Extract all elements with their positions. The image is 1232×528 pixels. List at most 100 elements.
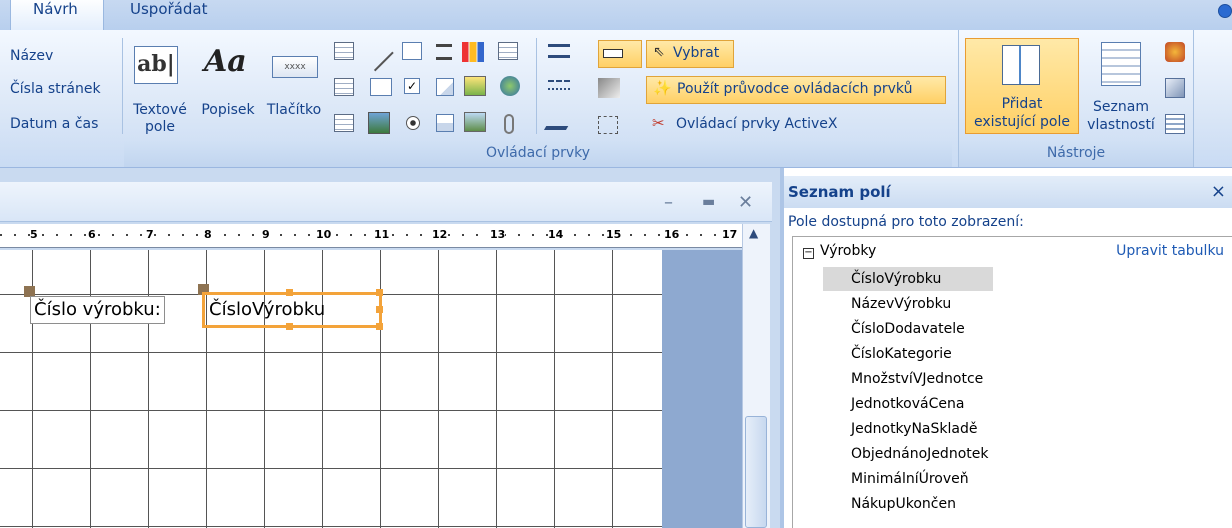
hyperlink-icon[interactable]: [500, 76, 520, 96]
help-icon[interactable]: [1218, 4, 1232, 18]
line-color-icon[interactable]: [543, 116, 575, 130]
field-item[interactable]: NákupUkončen: [823, 492, 993, 516]
combo-box-icon[interactable]: [334, 42, 354, 60]
table-name: Výrobky: [820, 243, 877, 259]
field-item[interactable]: JednotkyNaSkladě: [823, 417, 993, 441]
tab-control-icon[interactable]: [402, 42, 422, 60]
maximize-icon[interactable]: ▬: [702, 194, 715, 210]
ruler-number: 8: [204, 228, 212, 241]
control-style-button[interactable]: [598, 40, 642, 68]
vertical-scrollbar[interactable]: ▲: [742, 224, 770, 528]
ribbon: Název Čísla stránek Datum a čas ab| Text…: [0, 30, 1232, 168]
wizard-label: Použít průvodce ovládacích prvků: [677, 81, 913, 97]
close-icon[interactable]: ✕: [738, 192, 753, 213]
tab-arrange[interactable]: Uspořádat: [108, 0, 229, 30]
add-fields-label-line1: Přidat: [1001, 96, 1043, 112]
ruler-ticks: [0, 234, 742, 236]
separator: [536, 38, 537, 134]
ruler-number: 12: [432, 228, 448, 241]
select-button[interactable]: ⇖ Vybrat: [646, 40, 734, 68]
bound-frame-icon[interactable]: [464, 76, 486, 96]
date-time-button[interactable]: Datum a čas: [10, 116, 98, 132]
field-item[interactable]: ObjednánoJednotek: [823, 442, 993, 466]
chart-icon[interactable]: [462, 42, 484, 62]
subform-icon[interactable]: [436, 114, 454, 132]
title-button[interactable]: Název: [10, 48, 53, 64]
rectangle-icon[interactable]: [370, 78, 392, 96]
field-item[interactable]: MnožstvíVJednotce: [823, 367, 993, 391]
textbox-button[interactable]: Textové pole: [130, 102, 190, 136]
set-control-defaults-icon[interactable]: [598, 78, 620, 98]
control-style-icon: [603, 49, 623, 58]
minimize-icon[interactable]: –: [664, 192, 673, 213]
button-control-button[interactable]: Tlačítko: [262, 102, 326, 119]
resize-handle[interactable]: [376, 323, 383, 330]
tools-group-label: Nástroje: [959, 141, 1193, 167]
horizontal-ruler: 5 6 7 8 9 10 11 12 13 14 15 16 17: [0, 224, 742, 248]
tab-order-icon[interactable]: [1165, 42, 1185, 62]
image-icon[interactable]: [368, 112, 390, 134]
separator: [122, 38, 123, 134]
list-icon[interactable]: [334, 78, 354, 96]
field-item[interactable]: NázevVýrobku: [823, 292, 993, 316]
controls-group-label: Ovládací prvky: [124, 141, 952, 167]
ribbon-tab-bar: Návrh Uspořádat: [0, 0, 1232, 30]
tab-design[interactable]: Návrh: [10, 0, 104, 30]
field-list-subtitle: Pole dostupná pro toto zobrazení:: [788, 214, 1024, 230]
option-button-icon[interactable]: [406, 116, 420, 130]
ruler-number: 14: [548, 228, 564, 241]
field-tree: − Výrobky Upravit tabulku ČísloVýrobku Ná…: [792, 236, 1232, 528]
field-item[interactable]: JednotkováCena: [823, 392, 993, 416]
unbound-frame-icon[interactable]: [436, 78, 454, 96]
ruler-number: 6: [88, 228, 96, 241]
option-group-icon[interactable]: [334, 114, 354, 132]
textbox-label-line1: Textové: [133, 102, 187, 118]
label-button[interactable]: Popisek: [196, 102, 260, 119]
property-sheet-icon: [1101, 42, 1141, 86]
table-node[interactable]: − Výrobky: [803, 243, 876, 259]
code-icon[interactable]: [1165, 78, 1185, 98]
attachment-icon[interactable]: [504, 114, 514, 134]
collapse-icon[interactable]: −: [803, 248, 814, 259]
form-window-header: – ▬ ✕: [0, 182, 772, 222]
page-numbers-button[interactable]: Čísla stránek: [10, 81, 101, 97]
select-all-icon[interactable]: [598, 116, 618, 134]
ruler-number: 10: [316, 228, 332, 241]
field-item[interactable]: ČísloVýrobku: [823, 267, 993, 291]
edit-table-link[interactable]: Upravit tabulku: [1116, 243, 1224, 259]
label-control[interactable]: Číslo výrobku:: [30, 296, 165, 324]
scroll-up-icon[interactable]: ▲: [749, 226, 758, 240]
list-box-icon[interactable]: [498, 42, 518, 60]
close-icon[interactable]: ×: [1211, 176, 1226, 208]
line-icon[interactable]: [359, 37, 394, 72]
form-background: [662, 250, 742, 528]
field-item[interactable]: ČísloKategorie: [823, 342, 993, 366]
view-code-icon[interactable]: [1165, 114, 1185, 134]
property-sheet-button[interactable]: Seznam vlastností: [1083, 38, 1159, 134]
line-thickness-icon[interactable]: [548, 44, 570, 58]
resize-handle[interactable]: [286, 323, 293, 330]
ruler-number: 17: [722, 228, 738, 241]
property-sheet-label-line2: vlastností: [1087, 117, 1155, 133]
resize-handle[interactable]: [286, 289, 293, 296]
field-list-pane: Seznam polí × Pole dostupná pro toto zob…: [780, 168, 1232, 528]
picture-icon[interactable]: [464, 112, 486, 132]
activex-label: Ovládací prvky ActiveX: [676, 116, 838, 132]
ruler-number: 13: [490, 228, 506, 241]
textbox-control-text: ČísloVýrobku: [209, 299, 326, 320]
page-break-icon[interactable]: [436, 44, 452, 60]
form-design-area: – ▬ ✕ 5 6 7 8 9 10 11 12 13 14 15 16 17 …: [0, 168, 780, 528]
cursor-icon: ⇖: [653, 44, 665, 60]
ruler-number: 5: [30, 228, 38, 241]
ruler-number: 9: [262, 228, 270, 241]
add-existing-fields-button[interactable]: Přidat existující pole: [965, 38, 1079, 134]
checkbox-icon[interactable]: ✓: [404, 78, 420, 94]
resize-handle[interactable]: [376, 306, 383, 313]
resize-handle[interactable]: [376, 289, 383, 296]
field-item[interactable]: MinimálníÚroveň: [823, 467, 993, 491]
scroll-thumb[interactable]: [745, 416, 767, 528]
activex-button[interactable]: ✂ Ovládací prvky ActiveX: [650, 112, 946, 140]
use-control-wizards-button[interactable]: ✨ Použít průvodce ovládacích prvků: [646, 76, 946, 104]
field-item[interactable]: ČísloDodavatele: [823, 317, 993, 341]
line-type-icon[interactable]: [548, 80, 570, 90]
